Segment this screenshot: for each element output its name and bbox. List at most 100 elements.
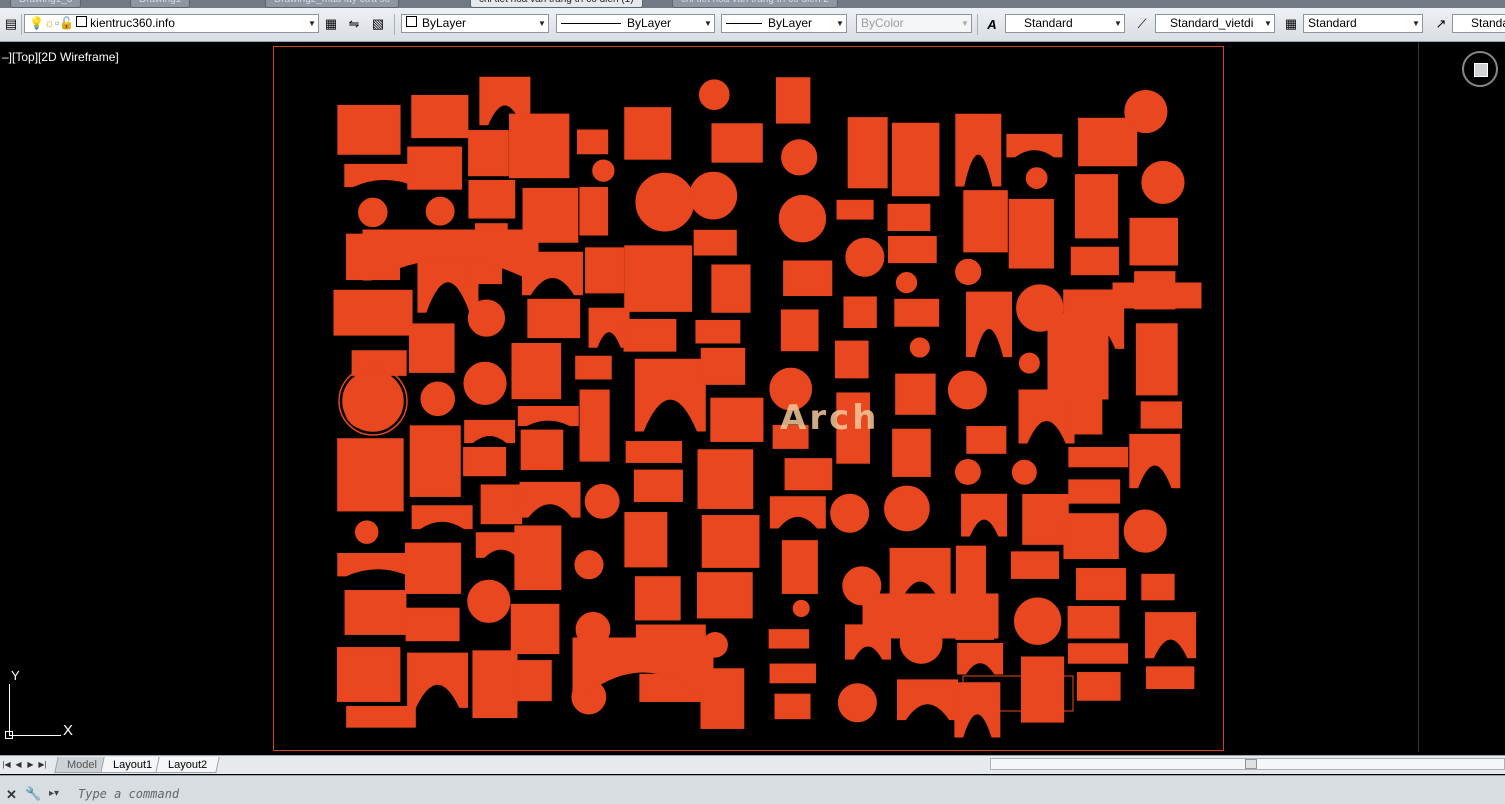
ornament-block[interactable] [711, 264, 751, 313]
ornament-block[interactable] [1047, 313, 1109, 400]
ornament-block[interactable] [768, 629, 810, 649]
ornament-block[interactable] [1141, 573, 1175, 601]
ornament-medallion[interactable] [467, 299, 506, 337]
doc-tab-2[interactable]: Drawing2_mẫu lấy cửa sổ [265, 0, 400, 8]
ornament-medallion[interactable] [1025, 167, 1048, 189]
ornament-block[interactable] [836, 199, 874, 220]
ornament-block[interactable] [1068, 446, 1129, 468]
ornament-block[interactable] [405, 607, 460, 642]
ornament-medallion[interactable] [635, 172, 695, 232]
scrollbar-thumb[interactable] [1245, 759, 1257, 769]
ornament-block[interactable] [624, 245, 693, 312]
ornament-block[interactable] [781, 540, 818, 594]
ornament-arch[interactable] [464, 419, 516, 444]
ornament-block[interactable] [405, 542, 462, 594]
previous-layout-icon[interactable]: ◀ [13, 759, 24, 771]
ornament-block[interactable] [894, 298, 940, 327]
ornament-medallion[interactable] [792, 599, 810, 617]
dimension-style-icon[interactable]: ⟋ [1134, 16, 1150, 32]
ornament-block[interactable] [520, 429, 564, 470]
ornament-block[interactable] [1140, 401, 1182, 429]
viewport-controls-label[interactable]: –][Top][2D Wireframe] [2, 50, 119, 64]
make-current-layer-icon[interactable]: ▦ [323, 16, 339, 32]
ornament-medallion[interactable] [837, 683, 877, 723]
ornament-medallion[interactable] [1123, 509, 1167, 553]
viewcube-icon[interactable] [1474, 63, 1488, 77]
ornament-arch[interactable] [407, 652, 469, 708]
ornament-block[interactable] [468, 130, 509, 177]
close-icon[interactable]: ✕ [6, 787, 17, 803]
ornament-arch[interactable] [517, 405, 579, 427]
command-input[interactable] [78, 786, 1498, 802]
ornament-medallion[interactable] [845, 237, 885, 277]
previous-layer-icon[interactable]: ▧ [370, 16, 386, 32]
ornament-arch[interactable] [411, 505, 473, 530]
ornament-block[interactable] [509, 113, 570, 179]
ornament-medallion[interactable] [467, 579, 511, 623]
ornament-block[interactable] [408, 323, 455, 373]
ornament-block[interactable] [344, 590, 407, 635]
ornament-block[interactable] [847, 117, 888, 189]
ornament-block[interactable] [333, 289, 413, 336]
ornament-block[interactable] [1067, 643, 1128, 664]
tab-layout2[interactable]: Layout2 [155, 757, 220, 773]
text-style-icon[interactable]: A [984, 16, 1000, 32]
doc-tab-4[interactable]: chi tiết hoa văn trang trí cổ điển 2 [672, 0, 838, 8]
match-layer-icon[interactable]: ⇋ [346, 16, 362, 32]
ornament-block[interactable] [1129, 217, 1179, 266]
table-style-icon[interactable]: ▦ [1283, 16, 1299, 32]
ornament-medallion[interactable] [1013, 597, 1062, 645]
ornament-block[interactable] [701, 515, 760, 568]
ornament-block[interactable] [1008, 198, 1054, 269]
ornament-block[interactable] [891, 122, 940, 197]
ornament-block[interactable] [693, 229, 737, 256]
ornament-block[interactable] [783, 260, 833, 297]
ornament-block[interactable] [623, 319, 677, 352]
ornament-medallion[interactable] [781, 139, 818, 176]
wrench-icon[interactable]: 🔧 [25, 786, 41, 802]
doc-tab-0[interactable]: Drawing1_3 [10, 0, 82, 8]
ornament-block[interactable] [576, 129, 609, 155]
ornament-block[interactable] [514, 525, 562, 591]
ornament-block[interactable] [1063, 513, 1119, 560]
ornament-arch[interactable] [1145, 612, 1197, 659]
ornament-block[interactable] [514, 660, 552, 702]
ornament-block[interactable] [888, 235, 937, 264]
ornament-block[interactable] [336, 647, 401, 702]
ornament-block[interactable] [579, 187, 609, 236]
ornament-block[interactable] [887, 203, 931, 231]
text-style-combo[interactable]: Standard ▼ [1005, 14, 1125, 33]
ornament-block[interactable] [774, 693, 811, 720]
ornament-arch[interactable] [769, 496, 826, 529]
ornament-block[interactable] [780, 309, 819, 352]
ornament-medallion[interactable] [698, 79, 730, 111]
ornament-medallion[interactable] [830, 493, 870, 533]
ornament-block[interactable] [634, 576, 681, 621]
ornament-arch[interactable] [588, 307, 630, 348]
ornament-arch[interactable] [966, 291, 1013, 358]
multileader-style-combo[interactable]: Standa [1452, 14, 1505, 33]
ornament-block[interactable] [624, 107, 672, 160]
ornament-block[interactable] [711, 123, 763, 163]
command-prompt-icon[interactable]: ▸▾ [49, 788, 59, 799]
ornament-medallion[interactable] [463, 361, 507, 405]
ornament-block[interactable] [468, 179, 516, 219]
ornament-block[interactable] [1068, 479, 1121, 504]
ornament-medallion[interactable] [425, 196, 455, 226]
lineweight-combo[interactable]: ByLayer ▼ [721, 14, 847, 33]
ornament-medallion[interactable] [354, 520, 379, 544]
dim-style-combo[interactable]: Standard_vietdi ▼ [1155, 14, 1275, 33]
next-layout-icon[interactable]: ▶ [25, 759, 36, 771]
ornament-block[interactable] [1020, 656, 1065, 723]
ornament-block[interactable] [407, 146, 463, 190]
ornament-block[interactable] [337, 104, 401, 155]
ornament-block[interactable] [775, 77, 811, 124]
linetype-combo[interactable]: ByLayer ▼ [556, 14, 715, 33]
ornament-medallion[interactable] [884, 485, 930, 532]
ornament-medallion[interactable] [909, 337, 930, 358]
doc-tab-1[interactable]: Drawing1 [130, 0, 191, 8]
ornament-block[interactable] [695, 319, 741, 344]
last-layout-icon[interactable]: ▶| [37, 759, 48, 771]
ornament-block[interactable] [1112, 282, 1202, 309]
ornament-block[interactable] [862, 593, 999, 639]
